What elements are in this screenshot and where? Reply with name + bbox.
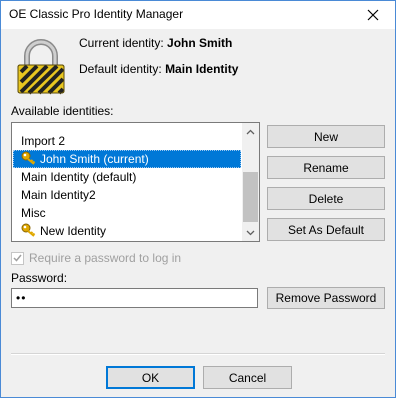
list-item-label: Main Identity2 <box>21 188 96 202</box>
remove-password-button[interactable]: Remove Password <box>267 287 385 309</box>
list-item-label: Misc <box>21 206 46 220</box>
list-item[interactable]: Main Identity2 <box>13 186 241 204</box>
identities-listbox[interactable]: Import 2 John Smith (current) Main Ident… <box>11 122 260 242</box>
rename-button[interactable]: Rename <box>267 156 385 179</box>
list-item[interactable]: New Identity <box>13 222 241 240</box>
list-item-label: Import 2 <box>21 134 66 148</box>
require-password-row: Require a password to log in <box>11 251 181 265</box>
scroll-up-button[interactable] <box>242 123 259 140</box>
current-identity-value: John Smith <box>167 36 233 50</box>
chevron-down-icon <box>246 230 255 235</box>
list-item-label: Main Identity (default) <box>21 170 137 184</box>
chevron-up-icon <box>246 129 255 134</box>
password-field[interactable]: •• <box>11 288 258 308</box>
password-label: Password: <box>11 271 68 285</box>
current-identity-label: Current identity: <box>79 36 164 50</box>
key-icon <box>21 223 36 237</box>
window-title: OE Classic Pro Identity Manager <box>9 7 184 21</box>
cancel-button[interactable]: Cancel <box>203 366 292 389</box>
separator <box>11 353 385 355</box>
list-item-label: New Identity <box>40 224 107 238</box>
list-item-selected[interactable]: John Smith (current) <box>13 150 241 168</box>
key-icon <box>21 151 36 165</box>
title-bar: OE Classic Pro Identity Manager <box>1 1 395 29</box>
scroll-down-button[interactable] <box>242 224 259 241</box>
available-identities-label: Available identities: <box>11 104 114 118</box>
require-password-checkbox[interactable] <box>11 251 24 265</box>
scroll-thumb[interactable] <box>243 172 258 222</box>
padlock-icon <box>17 39 65 95</box>
default-identity-value: Main Identity <box>165 62 239 76</box>
delete-button[interactable]: Delete <box>267 187 385 210</box>
identity-manager-window: OE Classic Pro Identity Manager Current … <box>0 0 396 398</box>
current-identity-line: Current identity: John Smith <box>79 36 232 50</box>
list-item[interactable]: Main Identity (default) <box>13 168 241 186</box>
checkmark-icon <box>13 254 22 262</box>
set-as-default-button[interactable]: Set As Default <box>267 218 385 241</box>
close-icon <box>367 9 379 21</box>
require-password-label: Require a password to log in <box>29 251 182 265</box>
list-scrollbar[interactable] <box>242 123 259 241</box>
default-identity-line: Default identity: Main Identity <box>79 62 238 76</box>
default-identity-label: Default identity: <box>79 62 162 76</box>
close-button[interactable] <box>351 1 395 29</box>
ok-button[interactable]: OK <box>106 366 195 389</box>
list-item-label: John Smith (current) <box>40 152 149 166</box>
list-item[interactable]: Misc <box>13 204 241 222</box>
new-button[interactable]: New <box>267 125 385 148</box>
list-item[interactable]: Import 2 <box>13 132 241 150</box>
